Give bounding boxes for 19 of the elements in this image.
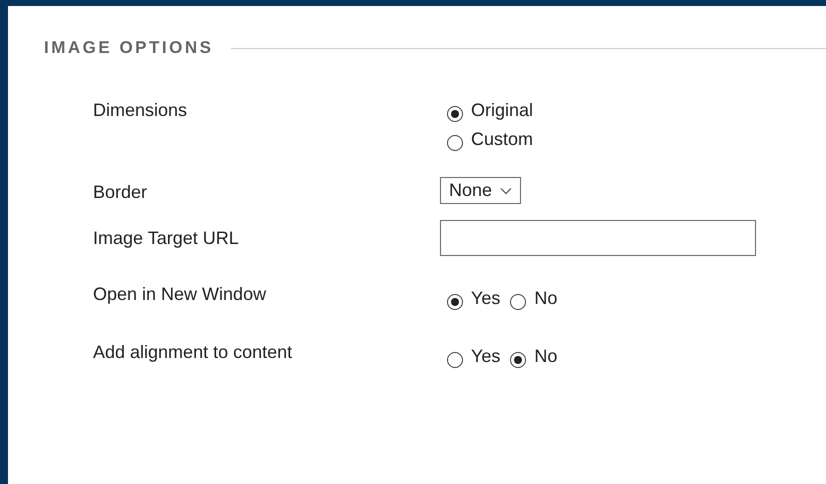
field-label: Dimensions <box>93 99 188 122</box>
chevron-down-icon <box>500 186 512 194</box>
url-input-field[interactable] <box>440 220 756 256</box>
field-label: Add alignment to content <box>93 341 294 364</box>
field-label: Border <box>93 181 148 204</box>
radio-button[interactable] <box>447 134 463 150</box>
radio-button[interactable] <box>447 294 463 310</box>
radio-button[interactable] <box>447 352 463 368</box>
radio-button[interactable] <box>510 352 526 368</box>
radio-button[interactable] <box>447 106 463 122</box>
radio-option[interactable]: Yes <box>447 340 500 373</box>
radio-option[interactable]: No <box>510 282 558 315</box>
field-label: Image Target URL <box>93 227 240 250</box>
border-dropdown[interactable]: None <box>440 177 522 204</box>
radio-option[interactable]: No <box>510 340 558 373</box>
radio-option[interactable]: Yes <box>447 282 500 315</box>
section-title: IMAGE OPTIONS <box>44 38 214 58</box>
field-label: Open in New Window <box>93 283 268 306</box>
radio-button[interactable] <box>510 294 526 310</box>
